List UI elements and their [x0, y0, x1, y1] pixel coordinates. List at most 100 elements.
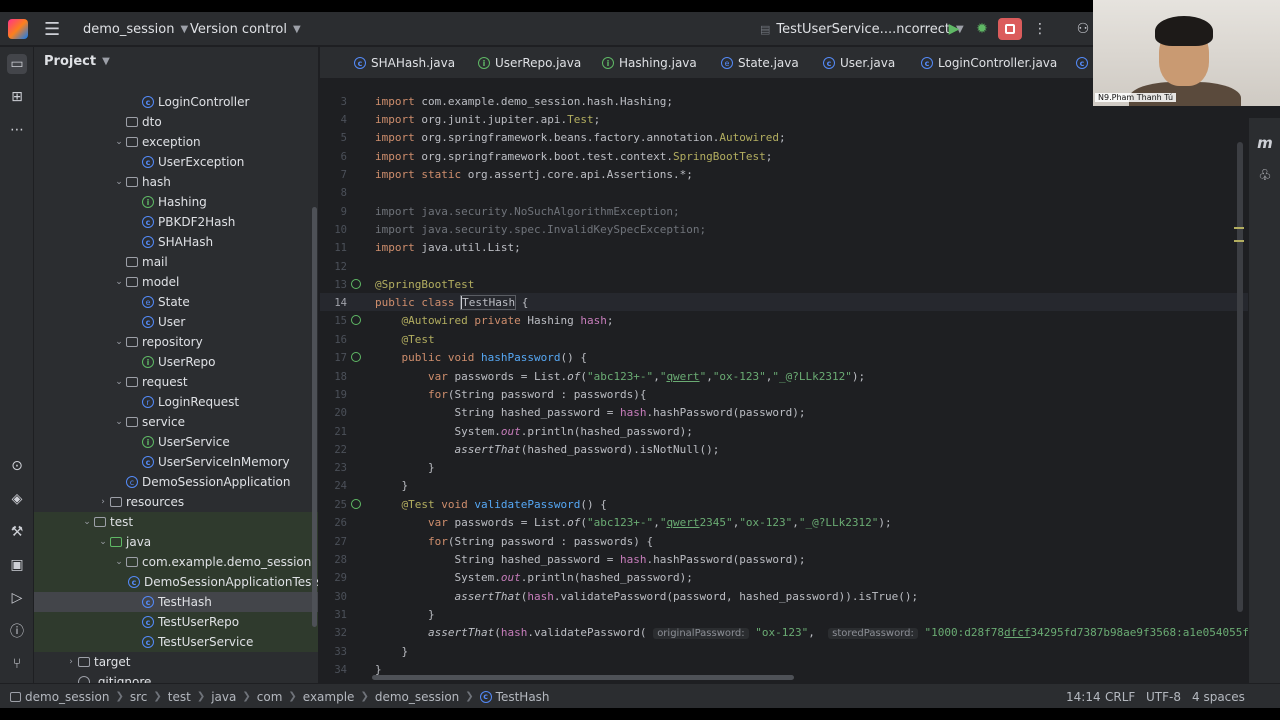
breadcrumb-item[interactable]: com: [257, 690, 283, 704]
breadcrumb-item[interactable]: test: [168, 690, 191, 704]
code-line: }: [375, 645, 409, 658]
tree-item[interactable]: ⌄ repository: [34, 332, 318, 352]
chevron-down-icon[interactable]: ⌄: [112, 137, 126, 147]
debug-icon[interactable]: ✹: [973, 21, 991, 37]
chevron-down-icon[interactable]: ⌄: [112, 277, 126, 287]
tree-item[interactable]: c TestUserRepo: [34, 612, 318, 632]
tree-item[interactable]: mail: [34, 252, 318, 272]
editor-horizontal-scrollbar[interactable]: [372, 675, 794, 680]
breadcrumb-item[interactable]: demo_session: [375, 690, 459, 704]
tab-testhash-active[interactable]: c: [1076, 47, 1093, 79]
run-gutter-icon[interactable]: [351, 352, 361, 362]
tree-item[interactable]: r LoginRequest: [34, 392, 318, 412]
code-editor[interactable]: 3 4 5 6 7 8 9 10 11 12 13 14 15 16 17 18 19 20 21 22 23 24 25 2…: [320, 79, 1280, 683]
project-scrollbar[interactable]: [312, 207, 317, 627]
project-tool-icon[interactable]: ▭: [7, 54, 27, 74]
tree-item[interactable]: › target: [34, 652, 318, 672]
problems-tool-icon[interactable]: ⓘ: [7, 621, 27, 641]
run-gutter-icon[interactable]: [351, 315, 361, 325]
tree-item[interactable]: c TestUserService: [34, 632, 318, 652]
version-control-menu[interactable]: Version control ▼: [190, 12, 301, 46]
enum-icon: e: [142, 296, 154, 308]
tree-item[interactable]: c DemoSessionApplicationTests: [34, 572, 318, 592]
run-config-selector[interactable]: ▤ TestUserService....ncorrect ▼: [760, 12, 964, 46]
chevron-right-icon[interactable]: ›: [96, 497, 110, 507]
tree-item[interactable]: ⌄ exception: [34, 132, 318, 152]
editor-warning-marker[interactable]: [1234, 240, 1244, 242]
tree-item[interactable]: .gitignore: [34, 672, 318, 683]
terminal-tool-icon[interactable]: ▣: [7, 555, 27, 575]
tree-item[interactable]: c LoginController: [34, 92, 318, 112]
notifications-tool-icon[interactable]: ♧: [1256, 166, 1274, 184]
stop-button[interactable]: [998, 18, 1022, 40]
chevron-down-icon[interactable]: ⌄: [112, 557, 126, 567]
run-icon[interactable]: ▶: [945, 21, 963, 37]
chevron-down-icon[interactable]: ⌄: [112, 337, 126, 347]
tree-item[interactable]: ⌄ java: [34, 532, 318, 552]
tree-item[interactable]: dto: [34, 112, 318, 132]
tree-item[interactable]: ⌄ request: [34, 372, 318, 392]
breadcrumb-item[interactable]: java: [211, 690, 236, 704]
main-menu-icon[interactable]: ☰: [44, 12, 60, 46]
breadcrumb-item[interactable]: src: [130, 690, 148, 704]
chevron-right-icon[interactable]: ›: [64, 657, 78, 667]
tree-item[interactable]: c PBKDF2Hash: [34, 212, 318, 232]
project-selector[interactable]: demo_session ▼: [83, 12, 188, 46]
more-tools-icon[interactable]: ⋯: [7, 120, 27, 140]
tab-logincontroller[interactable]: c LoginController.java: [921, 47, 1057, 79]
file-encoding[interactable]: UTF-8: [1146, 684, 1181, 708]
tree-item[interactable]: ⌄ com.example.demo_session: [34, 552, 318, 572]
tab-state[interactable]: e State.java: [721, 47, 799, 79]
breadcrumb-item[interactable]: demo_session: [25, 690, 109, 704]
chevron-down-icon[interactable]: ⌄: [112, 177, 126, 187]
folder-icon: [126, 257, 138, 267]
indent-setting[interactable]: 4 spaces: [1192, 684, 1245, 708]
maven-tool-icon[interactable]: m: [1256, 134, 1274, 152]
tree-item[interactable]: c UserException: [34, 152, 318, 172]
chevron-down-icon[interactable]: ⌄: [112, 377, 126, 387]
line-number: 19: [334, 389, 347, 401]
tree-item[interactable]: i UserRepo: [34, 352, 318, 372]
tree-item[interactable]: ⌄ model: [34, 272, 318, 292]
tree-item[interactable]: c TestHash: [34, 592, 318, 612]
run-gutter-icon[interactable]: [351, 499, 361, 509]
tab-hashing[interactable]: i Hashing.java: [602, 47, 697, 79]
tree-item[interactable]: i UserService: [34, 432, 318, 452]
breadcrumb-item[interactable]: example: [303, 690, 355, 704]
class-icon: c: [823, 57, 835, 69]
structure-tool-icon[interactable]: ⊞: [7, 87, 27, 107]
tree-item[interactable]: e State: [34, 292, 318, 312]
account-icon[interactable]: ⚇: [1074, 21, 1092, 37]
tree-item-label: TestUserRepo: [158, 615, 240, 629]
enum-icon: e: [721, 57, 733, 69]
tree-item[interactable]: c SHAHash: [34, 232, 318, 252]
tree-item[interactable]: ⌄ hash: [34, 172, 318, 192]
project-panel-header[interactable]: Project ▼: [44, 47, 110, 75]
layers-tool-icon[interactable]: ◈: [7, 489, 27, 509]
tab-shahash[interactable]: c SHAHash.java: [354, 47, 455, 79]
tree-item[interactable]: c User: [34, 312, 318, 332]
caret-position[interactable]: 14:14: [1066, 684, 1101, 708]
chevron-down-icon[interactable]: ⌄: [80, 517, 94, 527]
tree-item[interactable]: c DemoSessionApplication: [34, 472, 318, 492]
services-tool-icon[interactable]: ⊙: [7, 456, 27, 476]
more-icon[interactable]: ⋮: [1031, 21, 1049, 37]
editor-vertical-scrollbar[interactable]: [1237, 142, 1243, 612]
git-tool-icon[interactable]: ⑂: [7, 654, 27, 674]
chevron-down-icon: ▼: [293, 23, 301, 35]
tab-userrepo[interactable]: i UserRepo.java: [478, 47, 581, 79]
chevron-down-icon[interactable]: ⌄: [112, 417, 126, 427]
tree-item[interactable]: c UserServiceInMemory: [34, 452, 318, 472]
build-tool-icon[interactable]: ⚒: [7, 522, 27, 542]
tab-user[interactable]: c User.java: [823, 47, 895, 79]
tree-item[interactable]: ⌄ service: [34, 412, 318, 432]
tree-item[interactable]: i Hashing: [34, 192, 318, 212]
run-gutter-icon[interactable]: [351, 279, 361, 289]
tree-item[interactable]: › resources: [34, 492, 318, 512]
editor-warning-marker[interactable]: [1234, 227, 1244, 229]
run-tool-icon[interactable]: ▷: [7, 588, 27, 608]
chevron-down-icon[interactable]: ⌄: [96, 537, 110, 547]
tree-item[interactable]: ⌄ test: [34, 512, 318, 532]
line-separator[interactable]: CRLF: [1105, 684, 1135, 708]
breadcrumb-item[interactable]: TestHash: [496, 690, 550, 704]
